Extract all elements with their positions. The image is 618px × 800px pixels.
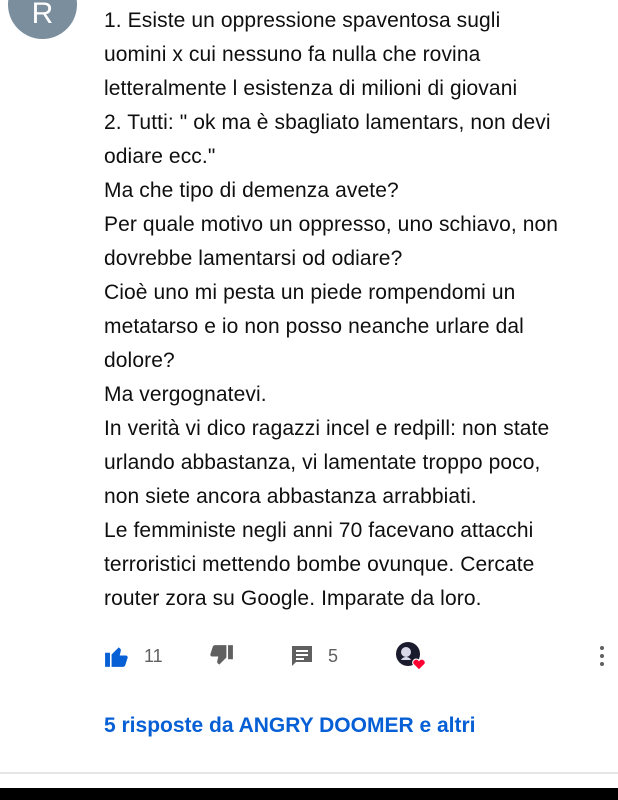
comment-line: non siete ancora abbastanza arrabbiati. [104,485,477,508]
comment-line: dolore? [104,349,175,372]
comment-line: metatarso e io non posso neanche urlare … [104,315,524,338]
creator-heart[interactable] [394,636,428,676]
comment-line: terroristici mettendo bombe ovunque. Cer… [104,553,535,576]
bottom-bar [0,788,618,800]
like-button[interactable]: 11 [104,636,163,676]
comment-line: router zora su Google. Imparate da loro. [104,587,482,610]
like-count: 11 [144,645,163,666]
reply-button[interactable]: 5 [290,636,338,676]
reply-count: 5 [328,645,339,666]
comment-actions: 11 5 [104,636,614,676]
comment-line: 1. Esiste un oppressione spaventosa sugl… [104,9,501,32]
avatar[interactable]: R [8,0,77,39]
thumbs-down-icon [210,645,233,665]
comment-line: urlando abbastanza, vi lamentate troppo … [104,451,541,474]
comment-line: Le femministe negli anni 70 facevano att… [104,519,534,542]
creator-heart-icon [396,642,426,671]
view-replies-link[interactable]: 5 risposte da ANGRY DOOMER e altri [104,714,475,738]
dislike-button[interactable] [208,636,234,676]
divider [0,772,618,774]
thumbs-up-icon [105,647,128,667]
comment-page: R 1. Esiste un oppressione spaventosa su… [0,0,618,800]
comment-icon [292,646,312,666]
avatar-letter: R [31,0,54,30]
comment-line: Ma che tipo di demenza avete? [104,179,399,202]
comment-line: odiare ecc." [104,145,216,168]
comment-line: uomini x cui nessuno fa nulla che rovina [104,43,481,66]
comment-line: Per quale motivo un oppresso, uno schiav… [104,213,559,236]
comment-line: dovrebbe lamentarsi od odiare? [104,247,403,270]
more-options-button[interactable] [594,636,610,676]
comment-line: Ma vergognatevi. [104,383,267,406]
comment-line: letteralmente l esistenza di milioni di … [104,77,518,100]
comment-line: 2. Tutti: " ok ma è sbagliato lamentars,… [104,111,551,134]
more-vertical-icon [600,646,604,666]
comment-body: 1. Esiste un oppressione spaventosa sugl… [104,4,609,616]
comment-line: Cioè uno mi pesta un piede rompendomi un [104,281,516,304]
comment-line: In verità vi dico ragazzi incel e redpil… [104,417,550,440]
